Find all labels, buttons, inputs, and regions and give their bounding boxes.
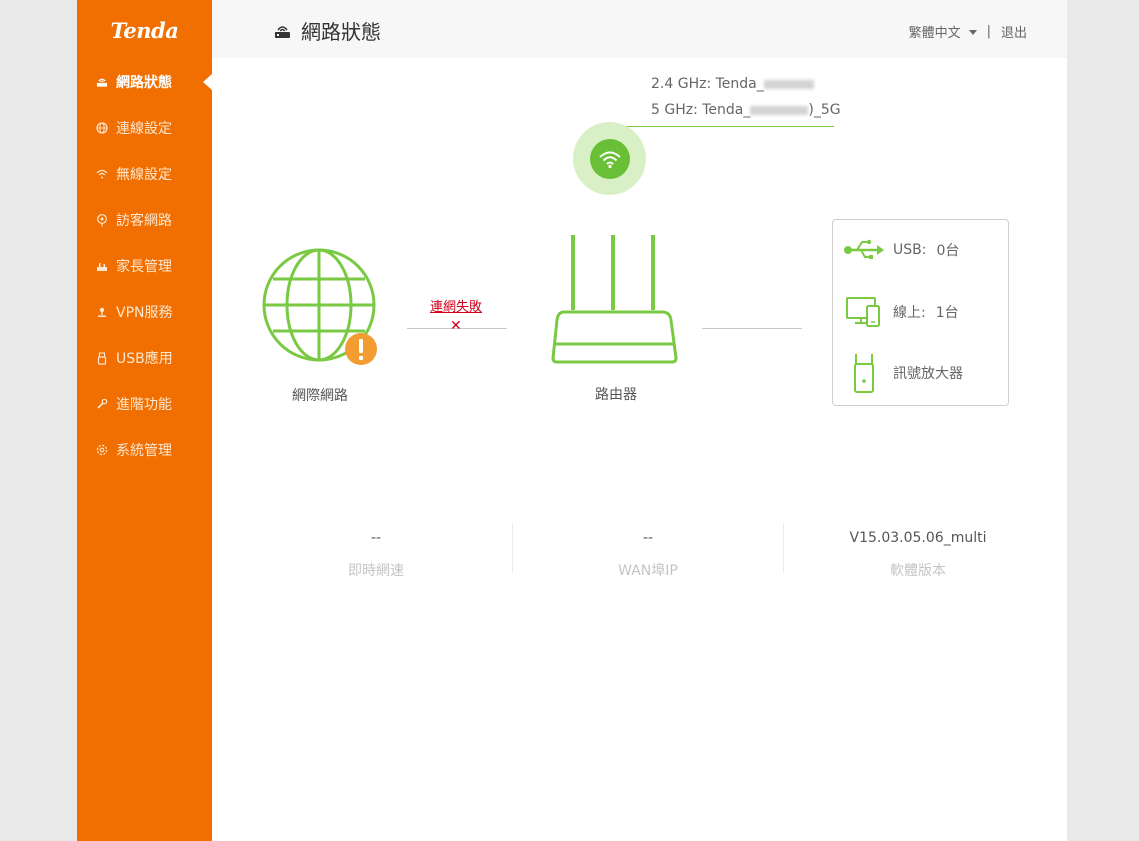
firmware-version-label: 軟體版本 [890,563,946,579]
usb-count: 0台 [936,243,960,259]
sidebar-item-label: 無線設定 [116,167,172,183]
wrench-icon [96,398,108,410]
device-connection-line [702,328,802,329]
internet-label: 網際網路 [292,388,348,404]
warning-icon [345,333,377,365]
sidebar-item-label: 訪客網路 [116,213,172,229]
logout-link[interactable]: 退出 [1001,22,1027,41]
wan-ip-stat: -- WAN埠IP [523,530,773,580]
sidebar-item-usb[interactable]: USB應用 [77,343,212,373]
sidebar-item-label: 進階功能 [116,397,172,413]
ssid-5ghz-suffix: )_5G [808,102,841,118]
firmware-version-stat: V15.03.05.06_multi 軟體版本 [793,530,1043,580]
ssid-5ghz: 5 GHz: Tenda_ )_5G [651,102,841,118]
globe-icon [96,122,108,134]
close-icon: ✕ [450,318,462,334]
devices-icon [843,296,885,328]
header-separator: | [986,24,991,39]
sidebar-item-advanced[interactable]: 進階功能 [77,389,212,419]
usb-icon [96,351,108,365]
active-indicator [203,74,212,90]
sidebar-item-label: VPN服務 [116,305,173,321]
wifi-icon [598,151,621,168]
extender-label: 訊號放大器 [893,366,963,382]
sidebar-item-label: 家長管理 [116,259,172,275]
sidebar-item-connection[interactable]: 連線設定 [77,113,212,143]
ssid-connector-line [612,126,834,127]
connection-failed-link[interactable]: 連網失敗 [430,296,482,315]
sidebar-item-label: 網路狀態 [116,75,172,91]
extender-row[interactable]: 訊號放大器 [843,352,963,394]
ssid-24ghz-text: 2.4 GHz: Tenda_ [651,76,764,92]
header-bar: 網路狀態 繁體中文 | 退出 [212,0,1067,58]
sidebar-item-label: USB應用 [116,351,173,367]
gear-icon [96,444,108,456]
usb-icon [843,238,885,262]
redacted-text [763,79,814,89]
firmware-version-value: V15.03.05.06_multi [849,530,987,546]
sidebar-item-guest-network[interactable]: 訪客網路 [77,205,212,235]
wifi-status-button[interactable] [573,122,646,195]
sidebar-item-parental[interactable]: 家長管理 [77,251,212,281]
guest-icon [96,213,108,227]
parental-icon [96,261,108,272]
router-icon [274,23,291,39]
sidebar-item-label: 連線設定 [116,121,172,137]
router-icon [96,76,108,88]
usb-label: USB: [893,242,927,258]
sidebar-item-vpn[interactable]: VPN服務 [77,297,212,327]
usb-devices-row[interactable]: USB: 0台 [843,238,959,262]
realtime-speed-stat: -- 即時網速 [251,530,501,580]
sidebar-item-system[interactable]: 系統管理 [77,435,212,465]
sidebar: Tenda 網路狀態 連線設定 無線設定 訪客網路 家長管理 VPN服務 USB… [77,0,212,841]
sidebar-item-wireless[interactable]: 無線設定 [77,159,212,189]
connected-devices-panel: USB: 0台 線上: 1台 訊號放大器 [832,219,1009,406]
main-content: 網路狀態 繁體中文 | 退出 2.4 GHz: Tenda_ 5 GHz: Te… [212,0,1067,841]
language-select[interactable]: 繁體中文 [909,22,977,41]
extender-icon [843,352,885,394]
online-count: 1台 [935,305,959,321]
online-label: 線上: [893,305,926,321]
chevron-down-icon [968,30,977,35]
realtime-speed-value: -- [370,530,382,546]
realtime-speed-label: 即時網速 [348,563,404,579]
divider [783,523,784,573]
page-title-text: 網路狀態 [301,20,381,44]
header-actions: 繁體中文 | 退出 [909,22,1027,41]
sidebar-item-label: 系統管理 [116,443,172,459]
online-devices-row[interactable]: 線上: 1台 [843,296,959,328]
tenda-logo: Tenda [110,18,179,43]
wan-ip-value: -- [642,530,654,546]
ssid-5ghz-text: 5 GHz: Tenda_ [651,102,751,118]
divider [512,523,513,573]
router-label: 路由器 [595,387,637,403]
wifi-icon-wrap [589,138,630,179]
router-device-icon [551,235,678,364]
sidebar-item-network-status[interactable]: 網路狀態 [77,67,212,97]
ssid-24ghz: 2.4 GHz: Tenda_ [651,76,814,92]
vpn-icon [96,306,108,318]
wan-ip-label: WAN埠IP [618,563,678,579]
page-title: 網路狀態 [274,16,381,45]
redacted-text [750,105,809,115]
wifi-icon [96,169,108,179]
language-label: 繁體中文 [908,26,961,41]
